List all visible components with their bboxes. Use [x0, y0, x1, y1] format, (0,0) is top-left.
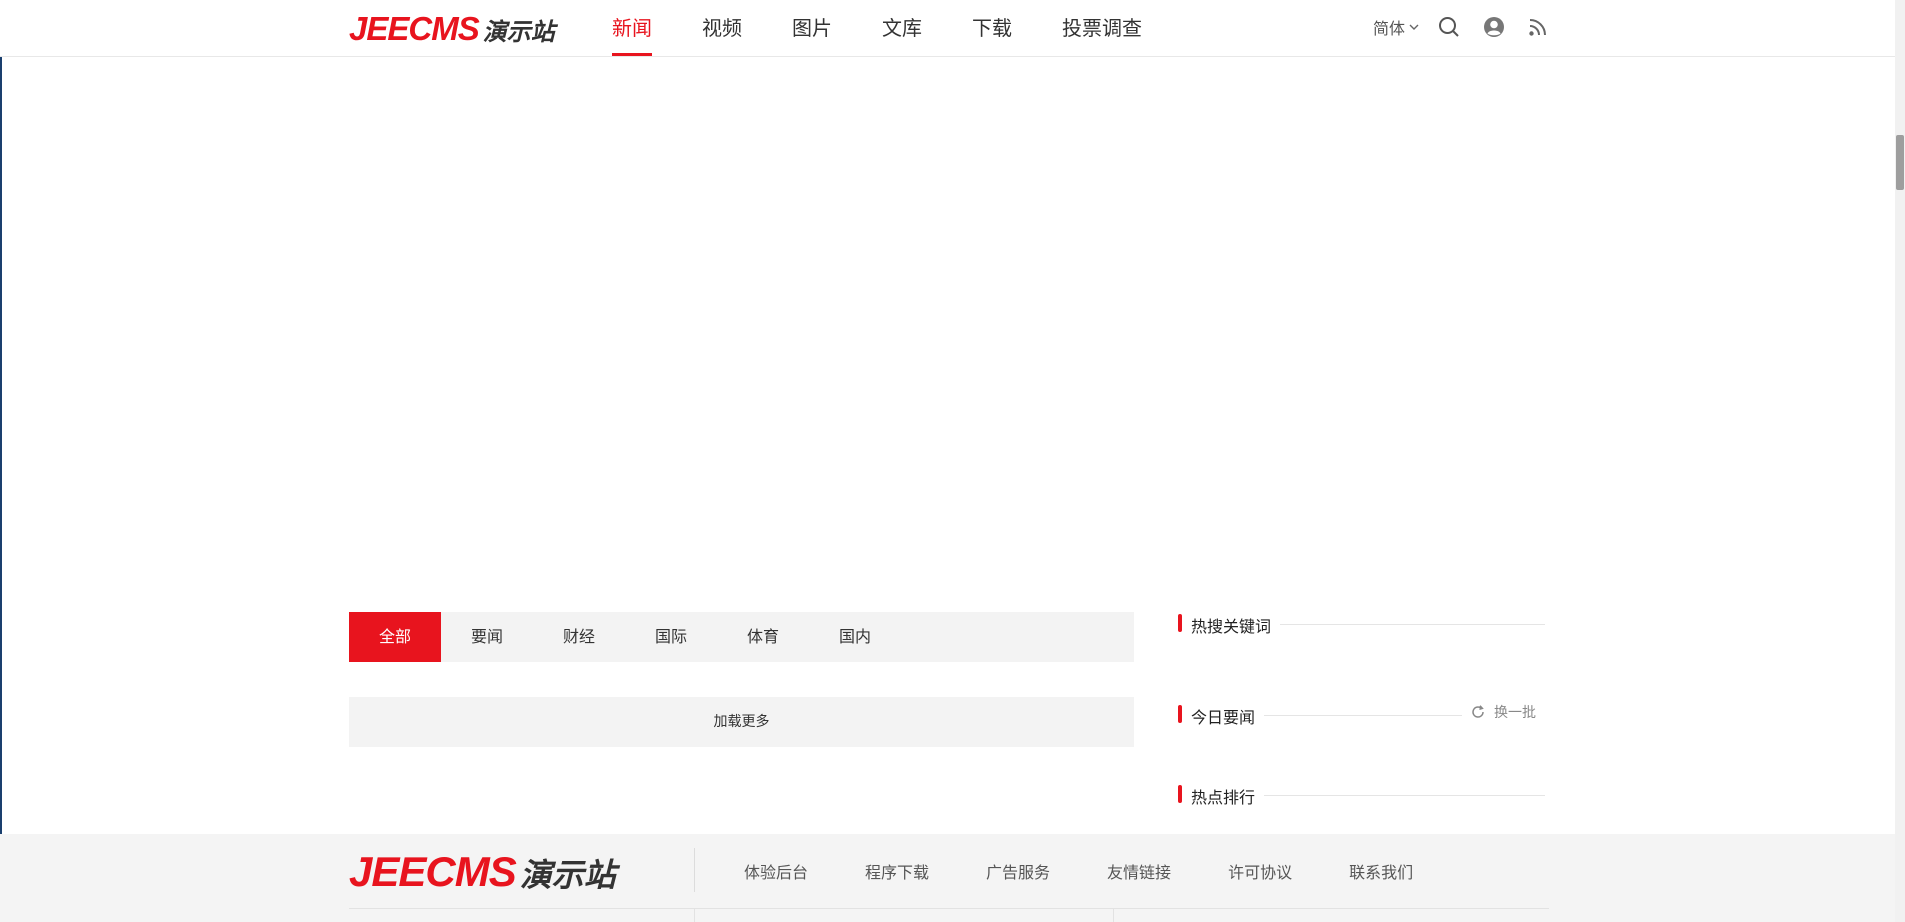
logo-text-en: JEECMS: [349, 10, 480, 47]
tab-finance[interactable]: 财经: [533, 612, 625, 662]
footer-link-contact-us[interactable]: 联系我们: [1349, 859, 1413, 883]
section-title: 热点排行: [1191, 788, 1256, 807]
footer-link-ad-service[interactable]: 广告服务: [986, 859, 1050, 883]
tab-all[interactable]: 全部: [349, 612, 441, 662]
footer-link-program-download[interactable]: 程序下载: [865, 859, 929, 883]
language-label: 简体: [1373, 19, 1406, 38]
search-icon[interactable]: [1437, 15, 1461, 39]
section-title: 今日要闻: [1191, 708, 1256, 727]
site-footer: JEECMS 演示站 体验后台 程序下载 广告服务 友情链接 许可协议 联系我们: [0, 834, 1895, 922]
refresh-button[interactable]: 换一批: [1470, 702, 1536, 722]
site-header: JEECMS 演示站 新闻 视频 图片 文库 下载 投票调查 简体: [0, 0, 1895, 57]
chevron-down-icon: [1409, 23, 1419, 31]
footer-column-divider: [694, 908, 695, 922]
nav-item-download[interactable]: 下载: [972, 0, 1012, 56]
tab-sports[interactable]: 体育: [717, 612, 809, 662]
category-tabs: 全部 要闻 财经 国际 体育 国内: [349, 612, 1134, 662]
footer-divider-line: [349, 908, 1549, 909]
main-nav: 新闻 视频 图片 文库 下载 投票调查: [612, 0, 1192, 56]
refresh-label: 换一批: [1494, 705, 1536, 721]
footer-divider: [694, 848, 695, 892]
nav-item-news[interactable]: 新闻: [612, 0, 652, 56]
nav-item-vote-survey[interactable]: 投票调查: [1062, 0, 1142, 56]
rss-icon[interactable]: [1526, 15, 1550, 39]
section-divider: [1280, 624, 1545, 625]
footer-column-divider: [1113, 908, 1114, 922]
section-marker: [1178, 785, 1182, 803]
section-title: 热搜关键词: [1191, 617, 1272, 636]
logo-text-cn: 演示站: [482, 18, 555, 46]
load-more-button[interactable]: 加载更多: [349, 697, 1134, 747]
user-icon[interactable]: [1482, 15, 1506, 39]
logo-text-cn: 演示站: [519, 856, 616, 894]
refresh-icon: [1472, 705, 1484, 718]
scrollbar-thumb[interactable]: [1896, 135, 1904, 190]
footer-logo[interactable]: JEECMS 演示站: [349, 848, 616, 896]
footer-link-admin-demo[interactable]: 体验后台: [744, 859, 808, 883]
language-select[interactable]: 简体: [1373, 15, 1419, 39]
footer-link-friend-links[interactable]: 友情链接: [1107, 859, 1171, 883]
tab-domestic[interactable]: 国内: [809, 612, 901, 662]
tab-international[interactable]: 国际: [625, 612, 717, 662]
section-divider: [1264, 795, 1545, 796]
window-left-edge: [0, 0, 2, 922]
section-marker: [1178, 705, 1182, 723]
hot-ranking-header: 热点排行: [1178, 783, 1545, 807]
footer-links: 体验后台 程序下载 广告服务 友情链接 许可协议 联系我们: [744, 859, 1470, 883]
nav-item-library[interactable]: 文库: [882, 0, 922, 56]
vertical-scrollbar[interactable]: [1895, 0, 1905, 922]
footer-link-license[interactable]: 许可协议: [1228, 859, 1292, 883]
site-logo[interactable]: JEECMS 演示站: [349, 10, 555, 48]
logo-text-en: JEECMS: [349, 848, 517, 895]
tab-headlines[interactable]: 要闻: [441, 612, 533, 662]
nav-item-pictures[interactable]: 图片: [792, 0, 832, 56]
nav-item-video[interactable]: 视频: [702, 0, 742, 56]
section-marker: [1178, 614, 1182, 632]
section-divider: [1264, 715, 1462, 716]
hot-keywords-header: 热搜关键词: [1178, 612, 1545, 636]
